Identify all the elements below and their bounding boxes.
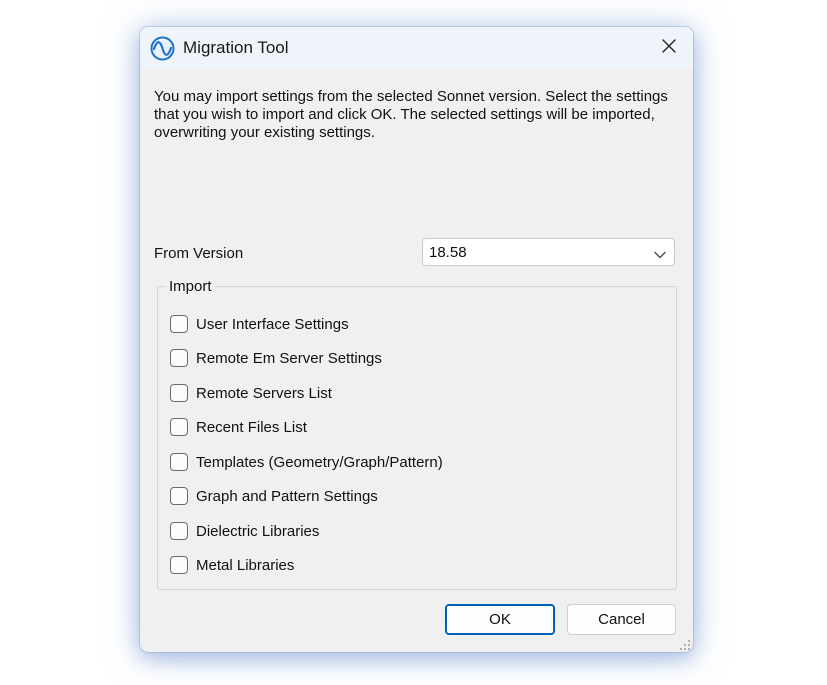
checkbox-box[interactable] bbox=[170, 384, 188, 402]
checkbox-label: Remote Servers List bbox=[196, 384, 332, 402]
checkbox-remote-em-server-settings[interactable]: Remote Em Server Settings bbox=[170, 347, 382, 369]
checkbox-label: Metal Libraries bbox=[196, 556, 295, 574]
checkbox-box[interactable] bbox=[170, 349, 188, 367]
checkbox-metal-libraries[interactable]: Metal Libraries bbox=[170, 554, 294, 576]
checkbox-remote-servers-list[interactable]: Remote Servers List bbox=[170, 382, 332, 404]
checkbox-graph-and-pattern-settings[interactable]: Graph and Pattern Settings bbox=[170, 485, 378, 507]
checkbox-box[interactable] bbox=[170, 418, 188, 436]
resize-grip-icon[interactable] bbox=[679, 638, 691, 650]
sine-wave-icon bbox=[150, 36, 175, 61]
checkbox-label: User Interface Settings bbox=[196, 315, 349, 333]
from-version-select[interactable]: 18.58 bbox=[422, 238, 675, 266]
close-button[interactable] bbox=[650, 33, 688, 63]
title-bar[interactable]: Migration Tool bbox=[140, 27, 693, 69]
checkbox-label: Recent Files List bbox=[196, 418, 307, 436]
checkbox-box[interactable] bbox=[170, 487, 188, 505]
checkbox-label: Dielectric Libraries bbox=[196, 522, 320, 540]
checkbox-box[interactable] bbox=[170, 556, 188, 574]
checkbox-dielectric-libraries[interactable]: Dielectric Libraries bbox=[170, 520, 319, 542]
window-title: Migration Tool bbox=[183, 38, 289, 57]
chevron-down-icon bbox=[653, 247, 667, 259]
ok-button[interactable]: OK bbox=[445, 604, 555, 635]
migration-tool-dialog: Migration Tool You may import settings f… bbox=[140, 27, 693, 652]
from-version-value: 18.58 bbox=[429, 244, 467, 261]
checkbox-recent-files-list[interactable]: Recent Files List bbox=[170, 416, 307, 438]
desktop: Migration Tool You may import settings f… bbox=[0, 0, 827, 685]
intro-text: You may import settings from the selecte… bbox=[154, 88, 668, 141]
checkbox-templates[interactable]: Templates (Geometry/Graph/Pattern) bbox=[170, 451, 443, 473]
checkbox-label: Remote Em Server Settings bbox=[196, 349, 382, 367]
checkbox-box[interactable] bbox=[170, 522, 188, 540]
checkbox-label: Graph and Pattern Settings bbox=[196, 487, 378, 505]
from-version-label: From Version bbox=[154, 245, 244, 262]
close-icon bbox=[661, 38, 677, 59]
cancel-button[interactable]: Cancel bbox=[567, 604, 676, 635]
checkbox-box[interactable] bbox=[170, 315, 188, 333]
import-group-legend: Import bbox=[165, 278, 216, 295]
checkbox-box[interactable] bbox=[170, 453, 188, 471]
checkbox-label: Templates (Geometry/Graph/Pattern) bbox=[196, 453, 443, 471]
checkbox-user-interface-settings[interactable]: User Interface Settings bbox=[170, 313, 349, 335]
